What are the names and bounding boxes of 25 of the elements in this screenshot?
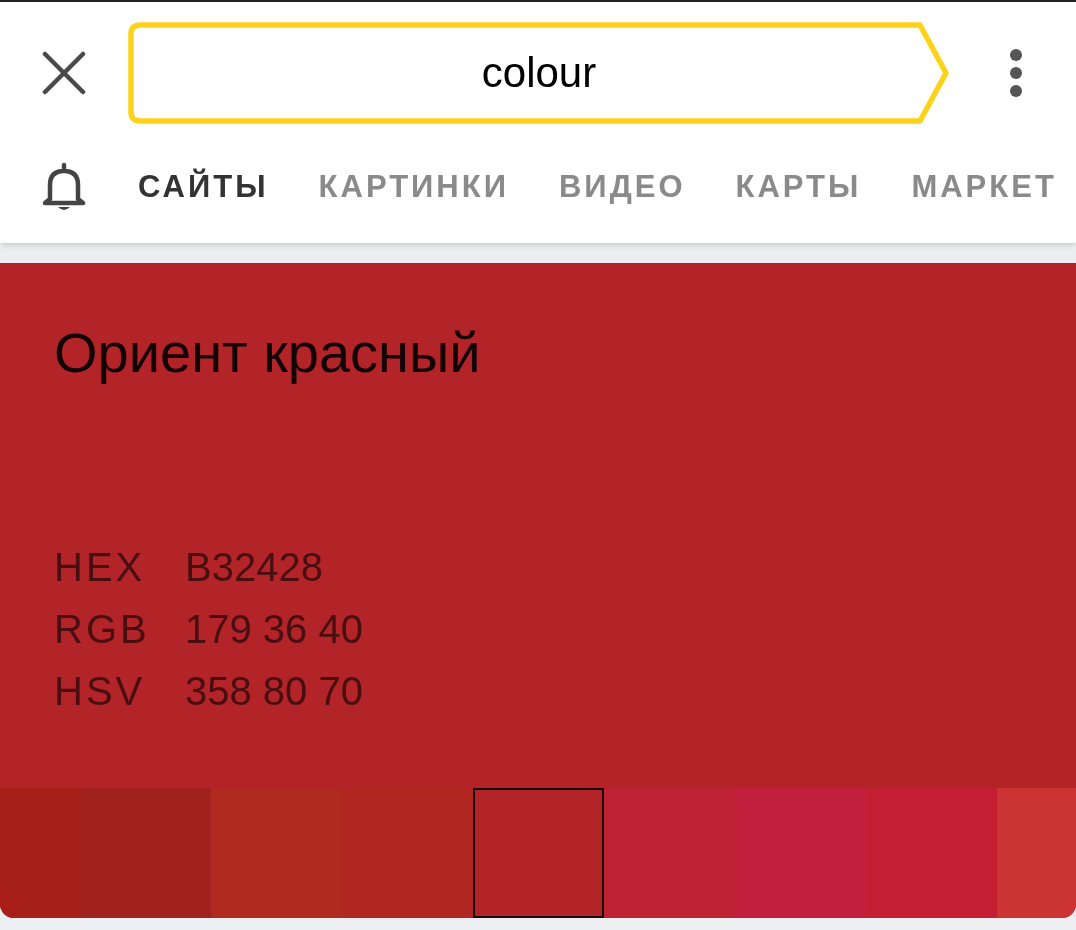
- color-swatch[interactable]: [341, 788, 473, 918]
- code-value: 179 36 40: [185, 606, 363, 653]
- color-name: Ориент красный: [54, 321, 481, 385]
- color-swatch[interactable]: [734, 788, 866, 918]
- code-label: RGB: [54, 606, 151, 653]
- color-swatch[interactable]: [603, 788, 735, 918]
- color-swatch[interactable]: [0, 788, 80, 918]
- tab[interactable]: КАРТЫ: [735, 163, 862, 211]
- close-icon[interactable]: [42, 51, 86, 95]
- tab[interactable]: ВИДЕО: [558, 163, 686, 211]
- color-swatch[interactable]: [996, 788, 1076, 918]
- color-swatch[interactable]: [472, 788, 604, 918]
- tab[interactable]: САЙТЫ: [138, 163, 269, 211]
- search-field[interactable]: colour: [128, 22, 950, 124]
- notification-bell-icon[interactable]: [42, 161, 86, 213]
- code-label: HSV: [54, 668, 147, 715]
- tab[interactable]: МАРКЕТ: [911, 163, 1057, 211]
- color-swatch[interactable]: [865, 788, 997, 918]
- code-value: 358 80 70: [185, 668, 363, 715]
- code-value: B32428: [185, 544, 324, 591]
- tab[interactable]: КАРТИНКИ: [318, 163, 509, 211]
- more-options-icon[interactable]: [1009, 48, 1023, 98]
- code-label: HEX: [54, 544, 147, 591]
- color-swatch[interactable]: [79, 788, 211, 918]
- color-swatch[interactable]: [210, 788, 342, 918]
